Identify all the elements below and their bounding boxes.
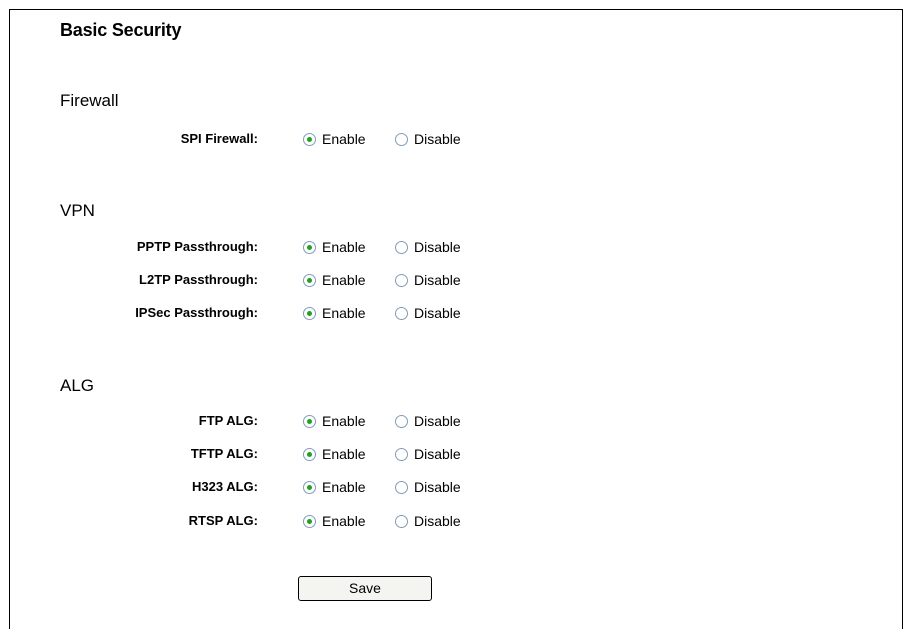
save-button[interactable]: Save <box>298 576 432 601</box>
disable-label: Disable <box>414 305 461 321</box>
disable-radio-option[interactable]: Disable <box>395 512 461 530</box>
radio-button-checked[interactable] <box>303 414 316 428</box>
disable-radio-option[interactable]: Disable <box>395 238 461 256</box>
setting-label: RTSP ALG: <box>188 513 258 528</box>
disable-radio-option[interactable]: Disable <box>395 412 461 430</box>
radio-button-checked[interactable] <box>303 480 316 494</box>
enable-label: Enable <box>322 513 366 529</box>
enable-radio-option[interactable]: Enable <box>303 512 366 530</box>
disable-radio-option[interactable]: Disable <box>395 478 461 496</box>
disable-label: Disable <box>414 479 461 495</box>
radio-button[interactable] <box>395 480 408 494</box>
enable-radio-option[interactable]: Enable <box>303 478 366 496</box>
setting-label: SPI Firewall: <box>180 131 258 146</box>
radio-button-checked[interactable] <box>303 240 316 254</box>
radio-button-checked[interactable] <box>303 447 316 461</box>
disable-label: Disable <box>414 413 461 429</box>
disable-radio-option[interactable]: Disable <box>395 445 461 463</box>
setting-row-tftp-alg: TFTP ALG: Enable Disable <box>0 444 909 464</box>
radio-button-checked[interactable] <box>303 514 316 528</box>
disable-radio-option[interactable]: Disable <box>395 304 461 322</box>
section-title-firewall: Firewall <box>60 91 119 110</box>
disable-label: Disable <box>414 446 461 462</box>
disable-radio-option[interactable]: Disable <box>395 130 461 148</box>
radio-button[interactable] <box>395 414 408 428</box>
setting-label: IPSec Passthrough: <box>135 305 258 320</box>
enable-radio-option[interactable]: Enable <box>303 412 366 430</box>
radio-button[interactable] <box>395 447 408 461</box>
enable-label: Enable <box>322 305 366 321</box>
setting-row-spi-firewall: SPI Firewall: Enable Disable <box>0 129 909 149</box>
section-title-alg: ALG <box>60 376 95 395</box>
enable-radio-option[interactable]: Enable <box>303 445 366 463</box>
radio-button[interactable] <box>395 514 408 528</box>
enable-radio-option[interactable]: Enable <box>303 130 366 148</box>
disable-radio-option[interactable]: Disable <box>395 271 461 289</box>
enable-radio-option[interactable]: Enable <box>303 304 366 322</box>
setting-row-ipsec-passthrough: IPSec Passthrough: Enable Disable <box>0 303 909 323</box>
setting-row-l2tp-passthrough: L2TP Passthrough: Enable Disable <box>0 270 909 290</box>
radio-button-checked[interactable] <box>303 306 316 320</box>
enable-label: Enable <box>322 413 366 429</box>
disable-label: Disable <box>414 131 461 147</box>
setting-row-ftp-alg: FTP ALG: Enable Disable <box>0 411 909 431</box>
radio-button-checked[interactable] <box>303 132 316 146</box>
setting-label: H323 ALG: <box>192 479 258 494</box>
radio-button-checked[interactable] <box>303 273 316 287</box>
disable-label: Disable <box>414 513 461 529</box>
enable-label: Enable <box>322 446 366 462</box>
setting-label: FTP ALG: <box>198 413 258 428</box>
enable-label: Enable <box>322 239 366 255</box>
radio-button[interactable] <box>395 132 408 146</box>
enable-label: Enable <box>322 272 366 288</box>
setting-row-rtsp-alg: RTSP ALG: Enable Disable <box>0 511 909 531</box>
enable-label: Enable <box>322 479 366 495</box>
setting-row-h323-alg: H323 ALG: Enable Disable <box>0 477 909 497</box>
page-title: Basic Security <box>60 20 182 40</box>
enable-label: Enable <box>322 131 366 147</box>
setting-label: PPTP Passthrough: <box>136 239 258 254</box>
setting-row-pptp-passthrough: PPTP Passthrough: Enable Disable <box>0 237 909 257</box>
setting-label: TFTP ALG: <box>190 446 258 461</box>
radio-button[interactable] <box>395 306 408 320</box>
disable-label: Disable <box>414 239 461 255</box>
radio-button[interactable] <box>395 273 408 287</box>
disable-label: Disable <box>414 272 461 288</box>
setting-label: L2TP Passthrough: <box>139 272 258 287</box>
enable-radio-option[interactable]: Enable <box>303 238 366 256</box>
section-title-vpn: VPN <box>60 201 95 220</box>
enable-radio-option[interactable]: Enable <box>303 271 366 289</box>
radio-button[interactable] <box>395 240 408 254</box>
